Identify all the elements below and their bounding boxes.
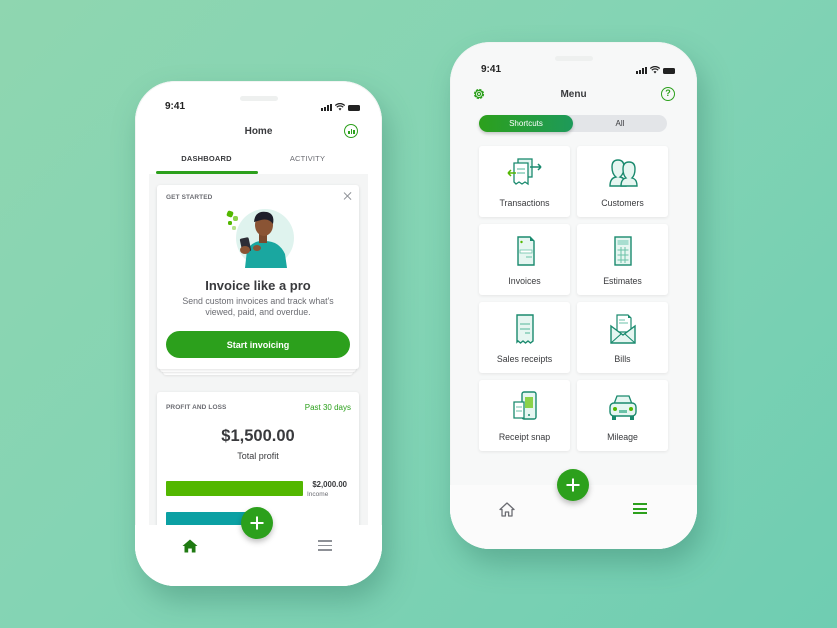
home-icon[interactable]	[499, 502, 515, 517]
tab-activity[interactable]: ACTIVITY	[257, 151, 358, 173]
status-time: 9:41	[165, 101, 186, 112]
page-title: Menu	[560, 89, 587, 100]
receipt-icon	[515, 314, 534, 344]
chat-chart-icon[interactable]	[344, 124, 358, 138]
segmented-control: Shortcuts All	[479, 115, 667, 132]
tab-bar: DASHBOARD ACTIVITY	[156, 151, 358, 173]
person-with-phone-illustration	[226, 209, 294, 268]
shortcut-label: Estimates	[603, 276, 642, 286]
status-bar: 9:41	[450, 64, 697, 80]
add-fab-button[interactable]	[241, 507, 273, 539]
shortcut-sales-receipts[interactable]: Sales receipts	[479, 302, 570, 373]
income-bar[interactable]	[166, 481, 303, 496]
status-icons	[321, 103, 360, 111]
shortcut-label: Invoices	[508, 276, 541, 286]
start-invoicing-button[interactable]: Start invoicing	[166, 331, 350, 358]
shortcut-label: Receipt snap	[498, 432, 551, 442]
shortcut-label: Customers	[601, 198, 644, 208]
home-screen: 9:41 Home DASHBOARD ACTIVITY GET STARTED	[135, 81, 382, 586]
battery-icon	[348, 105, 360, 111]
shortcut-receipt-snap[interactable]: Receipt snap	[479, 380, 570, 451]
income-label: Income	[307, 491, 329, 498]
card-eyebrow: PROFIT AND LOSS	[166, 404, 227, 411]
status-bar: 9:41	[135, 101, 382, 117]
shortcut-label: Sales receipts	[496, 354, 553, 364]
home-icon[interactable]	[182, 539, 198, 553]
total-profit-label: Total profit	[237, 451, 279, 461]
card-eyebrow: GET STARTED	[166, 194, 213, 201]
segment-shortcuts[interactable]: Shortcuts	[479, 115, 573, 132]
shortcut-label: Transactions	[499, 198, 550, 208]
status-time: 9:41	[481, 64, 502, 75]
close-icon[interactable]	[343, 191, 353, 201]
wifi-icon	[335, 103, 345, 111]
home-phone: 9:41 Home DASHBOARD ACTIVITY GET STARTED	[135, 81, 382, 586]
shortcut-transactions[interactable]: Transactions	[479, 146, 570, 217]
get-started-card: GET STARTED Invoice like a pro Send cust…	[157, 185, 359, 369]
hamburger-icon[interactable]	[633, 503, 647, 514]
card-title: Invoice like a pro	[205, 278, 311, 293]
car-icon	[608, 395, 637, 420]
bills-icon	[609, 314, 636, 344]
notch	[554, 56, 593, 61]
customers-icon	[608, 159, 638, 187]
hamburger-icon[interactable]	[318, 540, 332, 551]
shortcut-customers[interactable]: Customers	[577, 146, 668, 217]
transactions-icon	[506, 158, 542, 186]
add-fab-button[interactable]	[557, 469, 589, 501]
battery-icon	[663, 68, 675, 74]
shortcut-invoices[interactable]: Invoices	[479, 224, 570, 295]
total-profit-amount: $1,500.00	[221, 427, 295, 445]
shortcut-estimates[interactable]: Estimates	[577, 224, 668, 295]
signal-icon	[636, 67, 647, 74]
card-description: Send custom invoices and track what's vi…	[182, 296, 334, 317]
shortcuts-grid: Transactions Customers Invoices Estimate…	[479, 146, 669, 451]
wifi-icon	[650, 66, 660, 74]
signal-icon	[321, 104, 332, 111]
shortcut-label: Mileage	[607, 432, 638, 442]
income-value: $2,000.00	[312, 480, 347, 489]
shortcut-bills[interactable]: Bills	[577, 302, 668, 373]
status-icons	[636, 66, 675, 74]
help-icon[interactable]: ?	[661, 87, 675, 101]
menu-screen: 9:41 Menu ? Shortcuts All Transactions C…	[450, 42, 697, 549]
estimates-icon	[613, 236, 632, 266]
receipt-snap-icon	[512, 391, 537, 420]
shortcut-label: Bills	[614, 354, 631, 364]
invoice-icon	[516, 236, 535, 266]
menu-phone: 9:41 Menu ? Shortcuts All Transactions C…	[450, 42, 697, 549]
period-selector[interactable]: Past 30 days	[305, 403, 351, 412]
segment-all[interactable]: All	[573, 115, 667, 132]
shortcut-mileage[interactable]: Mileage	[577, 380, 668, 451]
tab-dashboard[interactable]: DASHBOARD	[156, 151, 257, 173]
